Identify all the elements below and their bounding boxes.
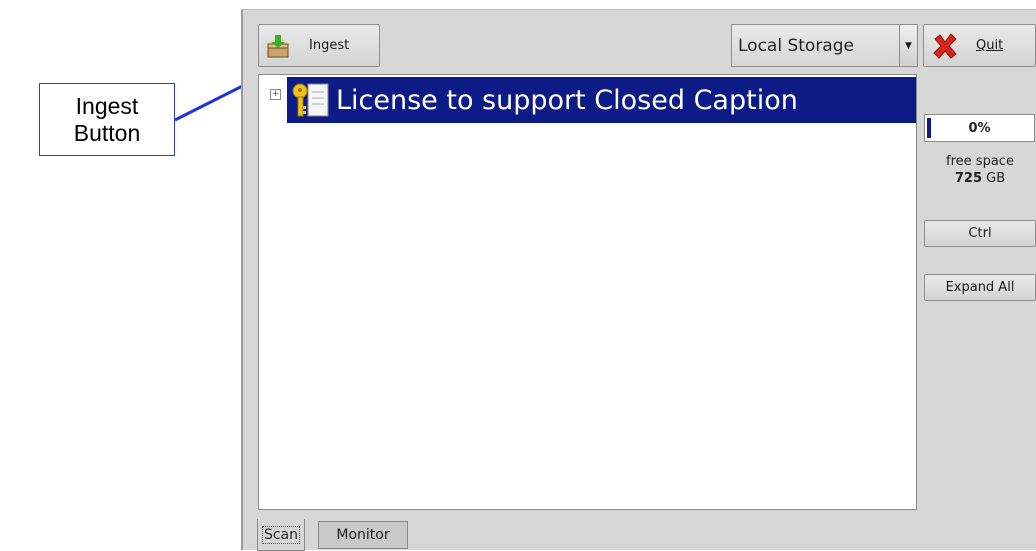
expand-all-label: Expand All xyxy=(945,280,1015,295)
dropdown-arrow-icon[interactable]: ▼ xyxy=(899,25,917,66)
key-license-icon xyxy=(292,83,329,117)
red-x-icon xyxy=(933,32,957,59)
free-space-number: 725 xyxy=(954,171,982,186)
storage-select[interactable]: Local Storage ▼ xyxy=(731,24,918,67)
progress-bar: 0% xyxy=(924,114,1035,142)
ingest-box-icon xyxy=(267,34,289,57)
tab-scan-label: Scan xyxy=(261,525,301,544)
ctrl-label: Ctrl xyxy=(968,226,992,241)
tab-monitor-label: Monitor xyxy=(336,527,390,543)
annotation-text: Ingest Button xyxy=(73,92,141,146)
ingest-label: Ingest xyxy=(309,38,350,53)
tree-item-license[interactable]: License to support Closed Caption xyxy=(287,77,916,123)
quit-button[interactable]: Quit xyxy=(923,24,1036,67)
progress-fill xyxy=(927,118,931,138)
free-space-value: 725 GB xyxy=(924,171,1036,186)
tree-item-label: License to support Closed Caption xyxy=(336,84,798,116)
free-space-unit: GB xyxy=(986,171,1006,186)
expand-all-button[interactable]: Expand All xyxy=(924,274,1036,301)
ingest-button[interactable]: Ingest xyxy=(258,24,380,67)
progress-text: 0% xyxy=(968,120,991,136)
tree-expander-icon[interactable]: + xyxy=(270,89,281,100)
content-tree[interactable]: + License to support Closed Caption xyxy=(258,74,917,510)
tab-scan[interactable]: Scan xyxy=(257,519,305,551)
quit-label: Quit xyxy=(976,38,1004,53)
ctrl-button[interactable]: Ctrl xyxy=(924,220,1036,247)
annotation-callout: Ingest Button xyxy=(39,83,175,156)
app-window: Ingest Local Storage ▼ Quit + License to xyxy=(241,9,1036,551)
free-space-label: free space xyxy=(946,154,1014,169)
tab-monitor[interactable]: Monitor xyxy=(318,521,408,549)
storage-value: Local Storage xyxy=(738,36,854,56)
